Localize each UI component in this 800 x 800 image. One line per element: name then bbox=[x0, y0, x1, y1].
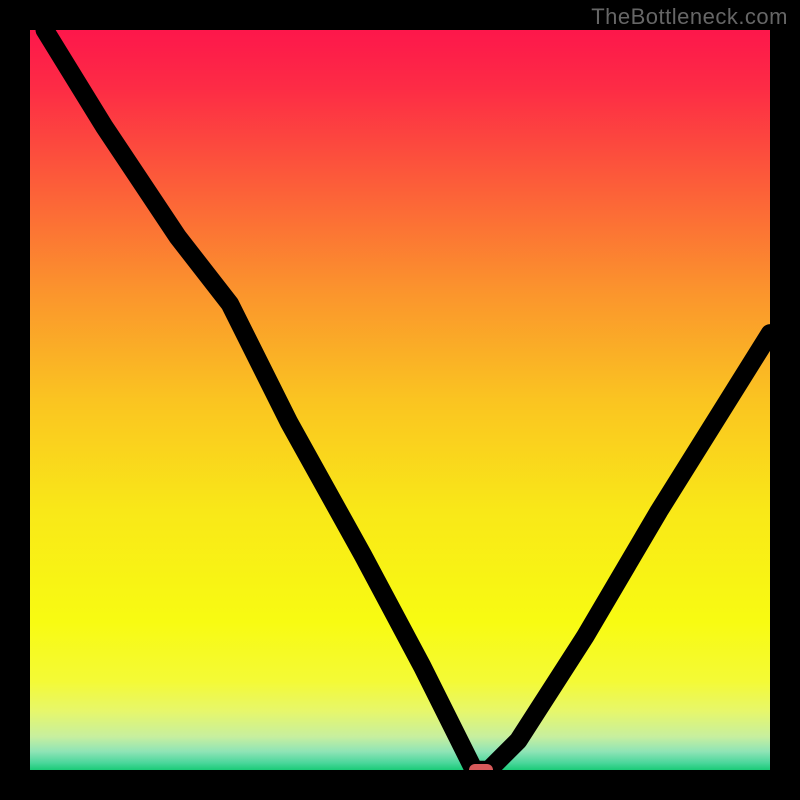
chart-frame: TheBottleneck.com bbox=[0, 0, 800, 800]
minimum-marker bbox=[469, 764, 493, 770]
curve-path bbox=[45, 30, 770, 770]
watermark-text: TheBottleneck.com bbox=[591, 4, 788, 30]
plot-area bbox=[30, 30, 770, 770]
bottleneck-curve bbox=[30, 30, 770, 770]
